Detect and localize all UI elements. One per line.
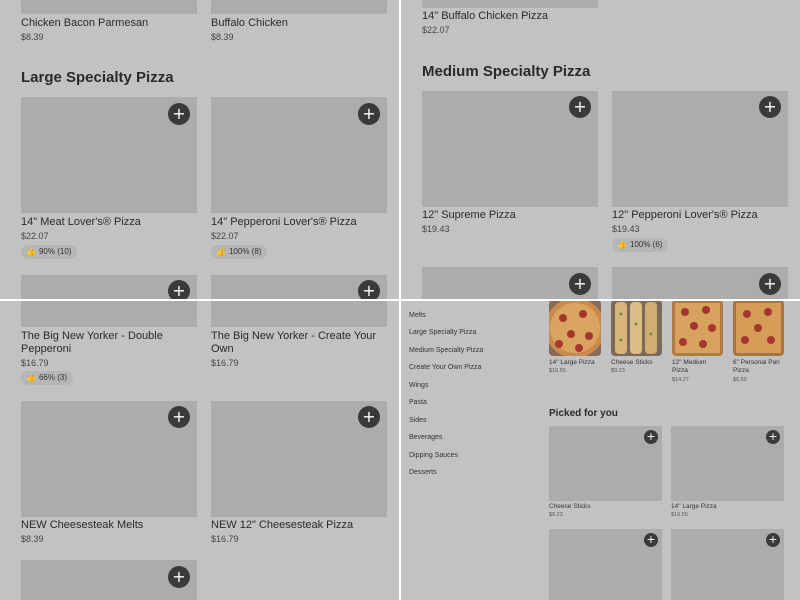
plus-icon[interactable]: + — [759, 96, 781, 118]
plus-icon[interactable]: + — [569, 96, 591, 118]
item-price: $16.55 — [549, 368, 566, 374]
plus-icon[interactable]: + — [759, 273, 781, 295]
item-price: $22.07 — [21, 231, 49, 241]
pizza-image[interactable] — [733, 300, 784, 356]
panel-new-yorker: The Big New Yorker - Double Pepperoni $1… — [0, 300, 400, 600]
category-link-large-specialty[interactable]: Large Specialty Pizza — [409, 329, 476, 336]
item-price: $9.23 — [549, 512, 563, 518]
item-price: $8.39 — [211, 32, 234, 42]
thumbs-up-icon: 👍 — [617, 240, 627, 249]
plus-icon[interactable]: + — [358, 406, 380, 428]
item-name[interactable]: 6" Personal Pan Pizza — [733, 359, 781, 375]
item-price: $22.07 — [211, 231, 239, 241]
item-image[interactable] — [211, 300, 387, 327]
item-name[interactable]: 12" Supreme Pizza — [422, 209, 516, 222]
item-name[interactable]: Buffalo Chicken — [211, 17, 288, 30]
item-image[interactable] — [21, 0, 197, 14]
plus-icon[interactable]: + — [358, 103, 380, 125]
rating-badge: 👍 66% (3) — [21, 371, 73, 385]
item-name[interactable]: 14" Buffalo Chicken Pizza — [422, 10, 548, 23]
item-name[interactable]: Chicken Bacon Parmesan — [21, 17, 148, 30]
item-image[interactable] — [211, 0, 387, 14]
item-name[interactable]: 14" Large Pizza — [671, 503, 717, 511]
item-name[interactable]: 12" Pepperoni Lover's® Pizza — [612, 209, 758, 222]
plus-icon[interactable]: + — [358, 280, 380, 300]
item-name[interactable]: Cheese Sticks — [549, 503, 591, 511]
item-price: $8.39 — [21, 534, 44, 544]
item-name[interactable]: NEW 12" Cheesesteak Pizza — [211, 519, 353, 532]
pizza-image[interactable] — [672, 300, 723, 356]
item-name[interactable]: NEW Cheesesteak Melts — [21, 519, 143, 532]
section-title: Picked for you — [549, 408, 618, 419]
section-title: Medium Specialty Pizza — [422, 63, 591, 80]
panel-divider — [0, 299, 800, 301]
plus-icon[interactable]: + — [644, 430, 658, 444]
item-name[interactable]: Cheese Sticks — [611, 359, 663, 367]
item-name[interactable]: The Big New Yorker - Create Your Own — [211, 330, 381, 356]
plus-icon[interactable]: + — [644, 533, 658, 547]
item-price: $14.27 — [672, 377, 689, 383]
pizza-illustration — [672, 300, 723, 356]
item-price: $22.07 — [422, 25, 450, 35]
item-price: $8.39 — [21, 32, 44, 42]
item-name[interactable]: 14" Pepperoni Lover's® Pizza — [211, 216, 357, 229]
rating-badge: 👍 100% (6) — [612, 238, 669, 252]
item-price: $16.79 — [211, 534, 239, 544]
item-price: $19.43 — [422, 224, 450, 234]
thumbs-up-icon: 👍 — [26, 247, 36, 256]
category-link-create-your-own[interactable]: Create Your Own Pizza — [409, 364, 481, 371]
pizza-illustration — [549, 300, 601, 356]
panel-medium-specialty: 14" Buffalo Chicken Pizza $22.07 Medium … — [400, 0, 800, 300]
section-title: Large Specialty Pizza — [21, 69, 174, 86]
panel-large-specialty: Chicken Bacon Parmesan $8.39 Buffalo Chi… — [0, 0, 400, 300]
category-link-medium-specialty[interactable]: Medium Specialty Pizza — [409, 347, 483, 354]
item-price: $6.59 — [733, 377, 747, 383]
pizza-illustration — [733, 300, 784, 356]
thumbs-up-icon: 👍 — [216, 247, 226, 256]
item-price: $16.55 — [671, 512, 688, 518]
rating-badge: 👍 90% (10) — [21, 245, 78, 259]
item-price: $16.79 — [211, 358, 239, 368]
pizza-image[interactable] — [549, 300, 601, 356]
category-link-beverages[interactable]: Beverages — [409, 434, 442, 441]
item-name[interactable]: 12" Medium Pizza — [672, 359, 720, 375]
plus-icon[interactable]: + — [766, 533, 780, 547]
plus-icon[interactable]: + — [766, 430, 780, 444]
item-name[interactable]: 14" Meat Lover's® Pizza — [21, 216, 141, 229]
category-link-melts[interactable]: Melts — [409, 312, 426, 319]
plus-icon[interactable]: + — [168, 103, 190, 125]
item-name[interactable]: The Big New Yorker - Double Pepperoni — [21, 330, 181, 356]
category-link-wings[interactable]: Wings — [409, 382, 428, 389]
thumbs-up-icon: 👍 — [26, 373, 36, 382]
item-price: $16.79 — [21, 358, 49, 368]
plus-icon[interactable]: + — [168, 406, 190, 428]
item-image[interactable] — [21, 300, 197, 327]
plus-icon[interactable]: + — [168, 280, 190, 300]
item-price: $9.23 — [611, 368, 625, 374]
category-link-pasta[interactable]: Pasta — [409, 399, 427, 406]
item-price: $19.43 — [612, 224, 640, 234]
plus-icon[interactable]: + — [569, 273, 591, 295]
rating-badge: 👍 100% (8) — [211, 245, 268, 259]
item-image[interactable] — [422, 0, 598, 8]
panel-menu-overview: Melts Large Specialty Pizza Medium Speci… — [400, 300, 800, 600]
cheese-sticks-image[interactable] — [611, 300, 662, 356]
plus-icon[interactable]: + — [168, 566, 190, 588]
category-link-desserts[interactable]: Desserts — [409, 469, 437, 476]
cheese-sticks-illustration — [611, 300, 662, 356]
category-link-dipping-sauces[interactable]: Dipping Sauces — [409, 452, 458, 459]
category-link-sides[interactable]: Sides — [409, 417, 427, 424]
item-name[interactable]: 14" Large Pizza — [549, 359, 601, 367]
